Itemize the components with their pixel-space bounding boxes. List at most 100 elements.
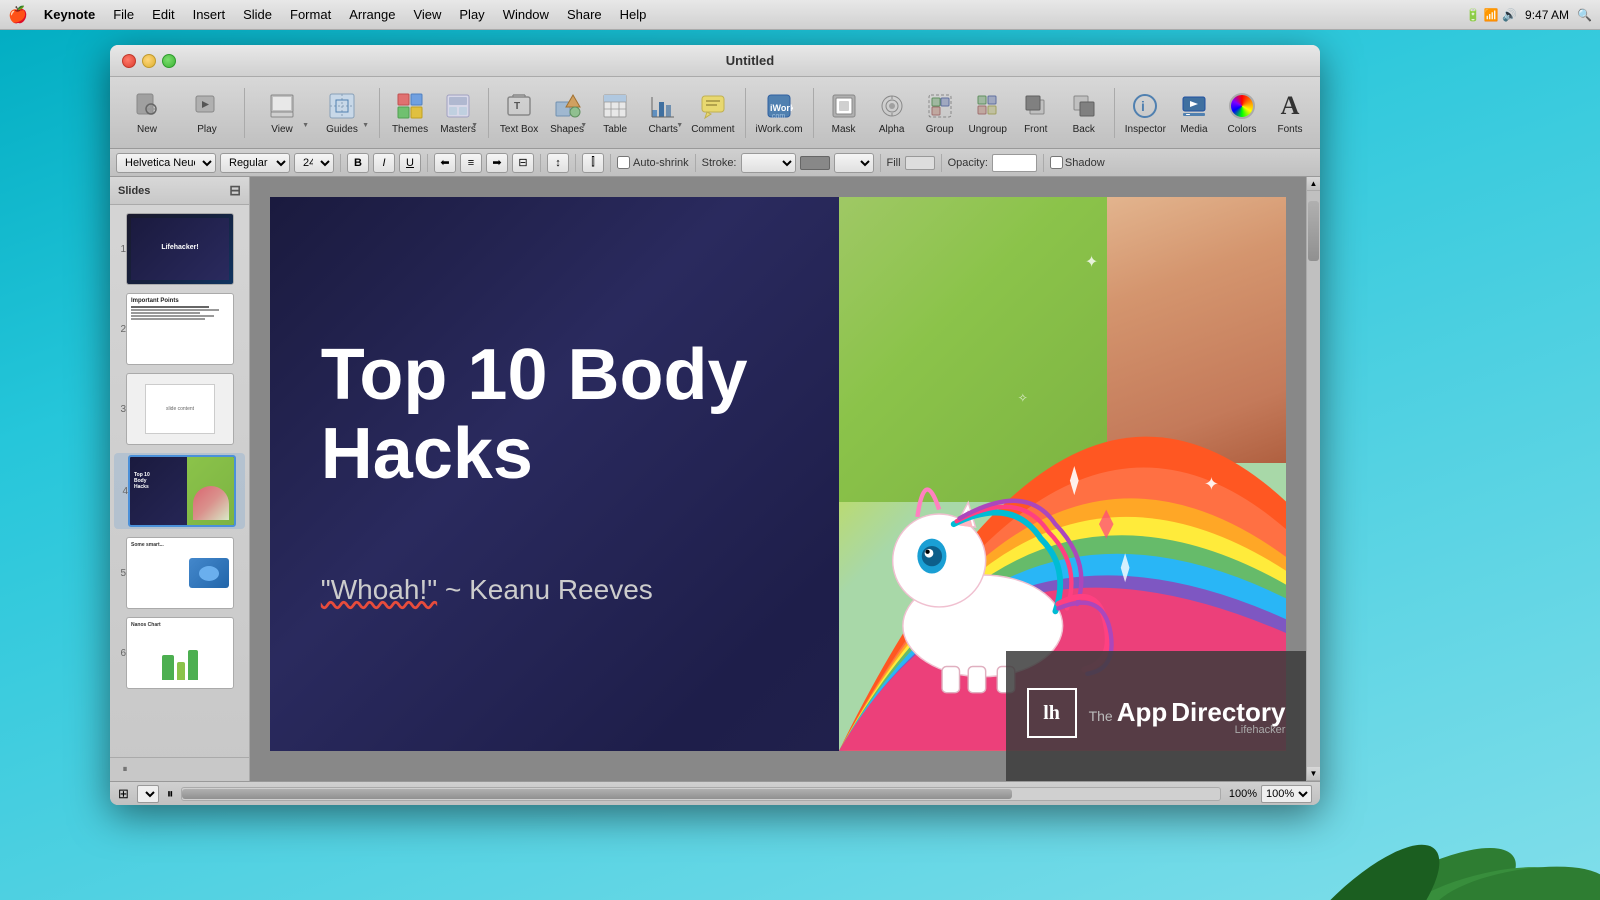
new-button[interactable]: New xyxy=(118,83,176,143)
stroke-weight-select[interactable] xyxy=(834,153,874,173)
scroll-track[interactable] xyxy=(1307,191,1320,767)
slide-item-6[interactable]: 6 Nanos Chart xyxy=(114,617,245,689)
font-style-select[interactable]: Regular xyxy=(220,153,290,173)
slides-pause-button[interactable]: ⏸ xyxy=(118,763,132,777)
menubar-format[interactable]: Format xyxy=(282,5,339,24)
apple-menu[interactable]: 🍎 xyxy=(8,5,28,25)
horizontal-scrollbar[interactable] xyxy=(181,787,1220,801)
auto-shrink-checkbox[interactable] xyxy=(617,156,630,169)
iwork-button[interactable]: iWork .com iWork.com xyxy=(754,83,805,143)
slide-subtitle[interactable]: "Whoah!" ~ Keanu Reeves xyxy=(321,574,880,606)
slide-item-4[interactable]: 4 Top 10BodyHacks xyxy=(114,453,245,529)
align-left-button[interactable]: ⬅ xyxy=(434,153,456,173)
front-button[interactable]: Front xyxy=(1014,83,1058,143)
slide-item-2[interactable]: 2 Important Points xyxy=(114,293,245,365)
alpha-button[interactable]: Alpha xyxy=(870,83,914,143)
menubar-keynote[interactable]: Keynote xyxy=(36,5,103,24)
font-size-select[interactable]: 24 xyxy=(294,153,334,173)
menubar-share[interactable]: Share xyxy=(559,5,610,24)
menubar-view[interactable]: View xyxy=(405,5,449,24)
menubar-play[interactable]: Play xyxy=(451,5,492,24)
masters-button[interactable]: Masters ▼ xyxy=(436,83,480,143)
slide-thumb-4: Top 10BodyHacks xyxy=(128,455,236,527)
menubar-insert[interactable]: Insert xyxy=(185,5,234,24)
textbox-button[interactable]: T Text Box xyxy=(497,83,541,143)
charts-icon xyxy=(647,90,679,122)
align-justify-button[interactable]: ⊟ xyxy=(512,153,534,173)
inspector-button[interactable]: i Inspector xyxy=(1123,83,1168,143)
group-button[interactable]: Group xyxy=(918,83,962,143)
slide-item-3[interactable]: 3 slide content xyxy=(114,373,245,445)
font-family-select[interactable]: Helvetica Neue xyxy=(116,153,216,173)
media-button[interactable]: Media xyxy=(1172,83,1216,143)
close-button[interactable] xyxy=(122,54,136,68)
fonts-button[interactable]: A Fonts xyxy=(1268,83,1312,143)
underline-button[interactable]: U xyxy=(399,153,421,173)
watermark-content: lh The App Directory Lifehacker xyxy=(1011,676,1302,756)
play-button[interactable]: Play xyxy=(178,83,236,143)
italic-button[interactable]: I xyxy=(373,153,395,173)
align-right-button[interactable]: ➡ xyxy=(486,153,508,173)
format-bar: Helvetica Neue Regular 24 B I U ⬅ ≡ ➡ ⊟ … xyxy=(110,149,1320,177)
menubar-file[interactable]: File xyxy=(105,5,142,24)
zoom-select[interactable]: 100% 75% 50% 125% 150% xyxy=(1261,785,1312,803)
maximize-button[interactable] xyxy=(162,54,176,68)
sparkle-3: ✦ xyxy=(1204,474,1219,495)
table-icon xyxy=(599,90,631,122)
fonts-icon: A xyxy=(1274,90,1306,122)
shadow-checkbox[interactable] xyxy=(1050,156,1063,169)
menubar-window[interactable]: Window xyxy=(495,5,557,24)
fonts-label: Fonts xyxy=(1277,124,1302,135)
minimize-button[interactable] xyxy=(142,54,156,68)
align-center-button[interactable]: ≡ xyxy=(460,153,482,173)
stroke-color-box[interactable] xyxy=(800,156,830,170)
menubar-slide[interactable]: Slide xyxy=(235,5,280,24)
line-spacing-button[interactable]: ↕ xyxy=(547,153,569,173)
slide-title[interactable]: Top 10 Body Hacks xyxy=(321,336,880,494)
vertical-scrollbar[interactable]: ▲ ▼ xyxy=(1306,177,1320,781)
view-mode-select[interactable] xyxy=(137,785,159,803)
slide-item-1[interactable]: 1 Lifehacker! xyxy=(114,213,245,285)
slides-panel-header: Slides ⊟ xyxy=(110,177,249,205)
scroll-up-button[interactable]: ▲ xyxy=(1307,177,1320,191)
back-button[interactable]: Back xyxy=(1062,83,1106,143)
scroll-thumb[interactable] xyxy=(1308,201,1319,261)
guides-button[interactable]: Guides ▼ xyxy=(313,83,371,143)
sparkle-2: ✧ xyxy=(1018,391,1028,405)
format-sep-4 xyxy=(575,154,576,172)
fill-color-box[interactable] xyxy=(905,156,935,170)
watermark-lifehacker: Lifehacker xyxy=(1235,724,1286,736)
opacity-input[interactable] xyxy=(992,154,1037,172)
slides-minimize-button[interactable]: ⊟ xyxy=(229,182,241,199)
charts-button[interactable]: Charts ▼ xyxy=(641,83,685,143)
window-title: Untitled xyxy=(192,53,1308,68)
zoom-control[interactable]: 100% 100% 75% 50% 125% 150% xyxy=(1229,785,1312,803)
stroke-style-select[interactable] xyxy=(741,153,796,173)
iwork-icon: iWork .com xyxy=(763,90,795,122)
slide-view-icon[interactable]: ⊞ xyxy=(118,786,129,802)
colors-button[interactable]: Colors xyxy=(1220,83,1264,143)
scroll-down-button[interactable]: ▼ xyxy=(1307,767,1320,781)
bold-button[interactable]: B xyxy=(347,153,369,173)
comment-button[interactable]: Comment xyxy=(689,83,736,143)
mask-button[interactable]: Mask xyxy=(822,83,866,143)
themes-button[interactable]: Themes xyxy=(388,83,432,143)
menubar-edit[interactable]: Edit xyxy=(144,5,182,24)
watermark-the: The xyxy=(1089,708,1113,724)
canvas-area[interactable]: Top 10 Body Hacks "Whoah!" ~ Keanu Reeve… xyxy=(250,177,1306,781)
menubar-search[interactable]: 🔍 xyxy=(1577,8,1592,22)
table-button[interactable]: Table xyxy=(593,83,637,143)
shadow-group: Shadow xyxy=(1050,156,1105,169)
shapes-button[interactable]: Shapes ▼ xyxy=(545,83,589,143)
view-button[interactable]: View ▼ xyxy=(253,83,311,143)
format-sep-6 xyxy=(695,154,696,172)
slide-item-5[interactable]: 5 Some smart... xyxy=(114,537,245,609)
svg-text:i: i xyxy=(1141,98,1145,114)
toolbar-group-new-play: New Play xyxy=(118,83,236,143)
columns-button[interactable]: ⫿ xyxy=(582,153,604,173)
menubar-help[interactable]: Help xyxy=(612,5,655,24)
ungroup-button[interactable]: Ungroup xyxy=(966,83,1010,143)
pause-icon[interactable]: ⏸ xyxy=(167,786,174,802)
auto-shrink-label: Auto-shrink xyxy=(633,157,689,169)
menubar-arrange[interactable]: Arrange xyxy=(341,5,403,24)
